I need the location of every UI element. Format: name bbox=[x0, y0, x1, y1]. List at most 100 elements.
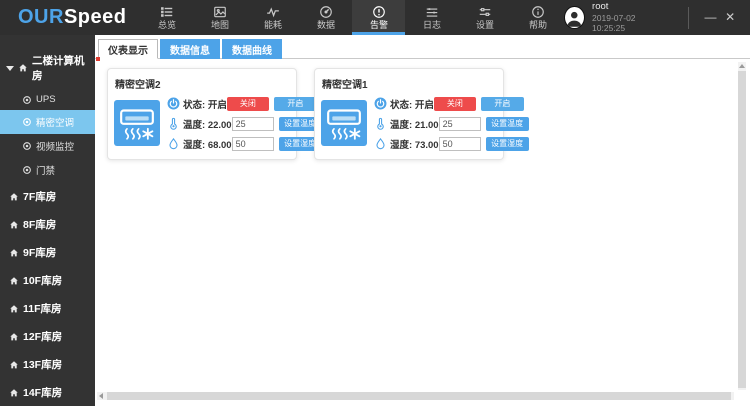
scroll-up-arrow-icon[interactable] bbox=[739, 64, 745, 68]
tab-bar: 仪表显示 数据信息 数据曲线 bbox=[95, 35, 750, 61]
device-target-icon bbox=[23, 118, 31, 126]
map-icon bbox=[213, 5, 227, 19]
help-icon bbox=[531, 5, 545, 19]
temperature-row: 温度: 22.00 设置温度 bbox=[167, 116, 322, 131]
power-icon bbox=[167, 97, 180, 110]
nav-item-overview[interactable]: 总览 bbox=[140, 0, 193, 35]
device-target-icon bbox=[23, 142, 31, 150]
temperature-row: 温度: 21.00 设置温度 bbox=[374, 116, 529, 131]
vertical-scrollbar[interactable] bbox=[738, 62, 746, 390]
top-nav: 总览 地图 能耗 数据 告警 日志 设置 帮助 bbox=[140, 0, 564, 35]
nav-label: 能耗 bbox=[263, 20, 282, 30]
turn-off-button[interactable]: 关闭 bbox=[433, 96, 476, 111]
nav-item-log[interactable]: 日志 bbox=[405, 0, 458, 35]
home-icon bbox=[10, 360, 18, 368]
settings-sliders-icon bbox=[478, 5, 492, 19]
status-label: 状态: bbox=[390, 99, 413, 111]
nav-label: 日志 bbox=[422, 20, 441, 30]
sidebar-item-label: 9F库房 bbox=[23, 247, 57, 259]
temperature-setpoint-input[interactable] bbox=[438, 116, 481, 131]
tab-gauge-display[interactable]: 仪表显示 bbox=[98, 39, 158, 59]
sidebar-item-precision-ac[interactable]: 精密空调 bbox=[0, 110, 95, 134]
power-icon bbox=[374, 97, 387, 110]
air-conditioner-icon bbox=[114, 100, 160, 146]
nav-item-map[interactable]: 地图 bbox=[193, 0, 246, 35]
sidebar-tree: 二楼计算机房 UPS 精密空调 视频监控 门禁 7F库房 8F库房 9F库房 1… bbox=[0, 35, 95, 406]
nav-label: 设置 bbox=[475, 20, 494, 30]
topbar-right: root 2019-07-02 10:25:25 — ✕ bbox=[564, 0, 750, 35]
sidebar-item-11f[interactable]: 11F库房 bbox=[0, 295, 95, 322]
sidebar-item-label: UPS bbox=[36, 94, 56, 105]
sidebar-item-10f[interactable]: 10F库房 bbox=[0, 267, 95, 294]
sidebar-item-7f[interactable]: 7F库房 bbox=[0, 183, 95, 210]
energy-wave-icon bbox=[266, 5, 280, 19]
home-icon bbox=[10, 276, 18, 284]
thermometer-icon bbox=[374, 117, 387, 130]
chevron-down-icon bbox=[6, 65, 14, 71]
sidebar-item-server-room[interactable]: 二楼计算机房 bbox=[0, 47, 95, 89]
card-title: 精密空调1 bbox=[322, 80, 368, 91]
nav-label: 数据 bbox=[316, 20, 335, 30]
sidebar-item-access-control[interactable]: 门禁 bbox=[0, 158, 95, 182]
home-icon bbox=[10, 220, 18, 228]
nav-label: 告警 bbox=[369, 20, 388, 30]
humidity-label: 湿度: bbox=[390, 139, 413, 151]
app-logo: OUR Speed bbox=[0, 0, 140, 35]
sidebar-item-ups[interactable]: UPS bbox=[0, 89, 95, 110]
thermometer-icon bbox=[167, 117, 180, 130]
nav-item-settings[interactable]: 设置 bbox=[458, 0, 511, 35]
temperature-value: 22.00 bbox=[207, 119, 232, 131]
sidebar-item-video-monitor[interactable]: 视频监控 bbox=[0, 134, 95, 158]
temperature-setpoint-input[interactable] bbox=[231, 116, 274, 131]
status-row: 状态: 开启 关闭 开启 bbox=[374, 96, 524, 111]
humidity-setpoint-input[interactable] bbox=[438, 136, 481, 151]
sidebar-item-label: 12F库房 bbox=[23, 331, 63, 343]
logo-text-our: OUR bbox=[18, 6, 64, 28]
status-value: 开启 bbox=[414, 99, 434, 111]
turn-on-button[interactable]: 开启 bbox=[273, 96, 317, 111]
alarm-icon bbox=[372, 5, 386, 19]
sidebar-item-label: 13F库房 bbox=[23, 359, 63, 371]
tab-marker bbox=[96, 57, 100, 61]
horizontal-scrollbar-thumb[interactable] bbox=[107, 392, 731, 400]
sidebar-item-13f[interactable]: 13F库房 bbox=[0, 351, 95, 378]
nav-item-help[interactable]: 帮助 bbox=[511, 0, 564, 35]
app-window: OUR Speed 总览 地图 能耗 数据 告警 日志 设置 帮助 root 2… bbox=[0, 0, 750, 406]
home-icon bbox=[10, 248, 18, 256]
home-icon bbox=[10, 192, 18, 200]
turn-off-button[interactable]: 关闭 bbox=[226, 96, 269, 111]
tab-data-info[interactable]: 数据信息 bbox=[160, 39, 220, 59]
sidebar-item-9f[interactable]: 9F库房 bbox=[0, 239, 95, 266]
humidity-setpoint-input[interactable] bbox=[231, 136, 274, 151]
sidebar-item-label: 门禁 bbox=[36, 166, 56, 177]
sidebar-item-8f[interactable]: 8F库房 bbox=[0, 211, 95, 238]
tab-data-curve[interactable]: 数据曲线 bbox=[222, 39, 282, 59]
current-timestamp: 2019-07-02 10:25:25 bbox=[592, 12, 636, 34]
nav-item-data[interactable]: 数据 bbox=[299, 0, 352, 35]
vertical-scrollbar-thumb[interactable] bbox=[738, 71, 746, 388]
sidebar-item-12f[interactable]: 12F库房 bbox=[0, 323, 95, 350]
horizontal-scrollbar[interactable] bbox=[97, 392, 734, 400]
nav-item-energy[interactable]: 能耗 bbox=[246, 0, 299, 35]
status-label: 状态: bbox=[183, 99, 206, 111]
nav-item-alarm[interactable]: 告警 bbox=[352, 0, 406, 35]
nav-label: 总览 bbox=[157, 20, 176, 30]
sidebar-item-14f[interactable]: 14F库房 bbox=[0, 379, 95, 406]
divider bbox=[687, 6, 689, 29]
minimize-button[interactable]: — bbox=[701, 0, 721, 35]
ac-card-1: 精密空调1 状态: 开启 关闭 开启 温度: 21.00 25 设置温度 湿度:… bbox=[314, 68, 529, 160]
data-gauge-icon bbox=[319, 5, 333, 19]
nav-label: 地图 bbox=[210, 20, 229, 30]
droplet-icon bbox=[374, 137, 387, 150]
air-conditioner-icon bbox=[321, 100, 367, 146]
card-title: 精密空调2 bbox=[115, 80, 161, 91]
turn-on-button[interactable]: 开启 bbox=[480, 96, 524, 111]
set-temperature-button[interactable]: 设置温度 bbox=[485, 116, 529, 131]
set-humidity-button[interactable]: 设置湿度 bbox=[485, 136, 529, 151]
sidebar-item-label: 14F库房 bbox=[23, 387, 63, 399]
close-button[interactable]: ✕ bbox=[720, 0, 740, 35]
humidity-row: 湿度: 68.00 设置湿度 bbox=[167, 136, 322, 151]
humidity-row: 湿度: 73.00 设置湿度 bbox=[374, 136, 529, 151]
user-info[interactable]: root 2019-07-02 10:25:25 bbox=[564, 1, 661, 34]
scroll-left-arrow-icon[interactable] bbox=[99, 393, 103, 399]
